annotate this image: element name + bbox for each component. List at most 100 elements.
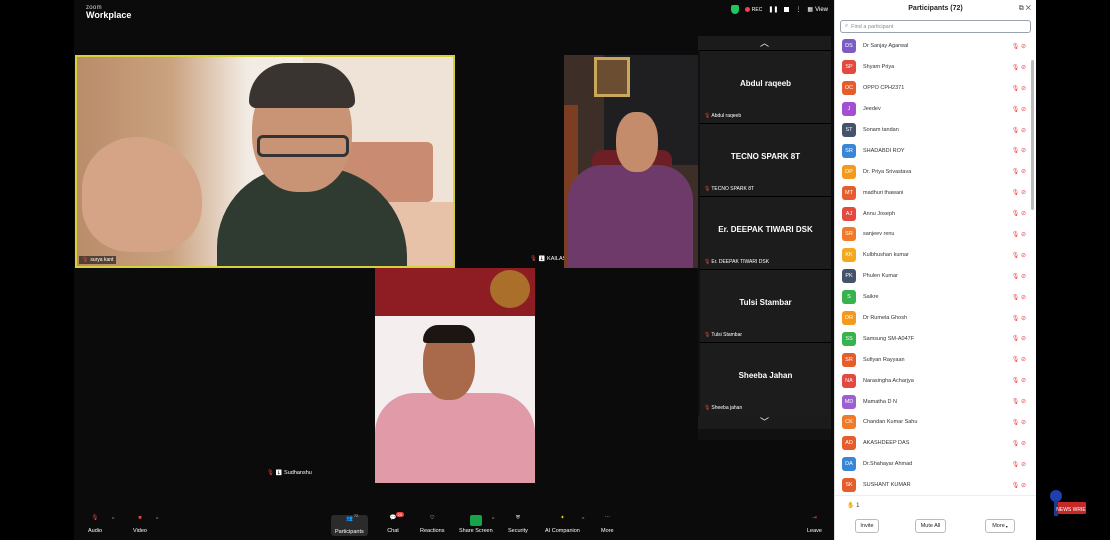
participant-row[interactable]: SR SHADABDI ROY 🎙 ⊘ [835, 140, 1037, 161]
participant-avatar: CK [842, 415, 856, 430]
recording-indicator[interactable]: REC [745, 7, 763, 13]
chat-button[interactable]: 💬 29 Chat [387, 512, 404, 534]
audio-options-caret[interactable]: ^ [112, 517, 114, 523]
ai-options-caret[interactable]: ^ [582, 517, 584, 523]
participant-row[interactable]: MT madhuri thawani 🎙 ⊘ [835, 182, 1037, 203]
video-button[interactable]: ■ Video [133, 515, 147, 534]
participant-row[interactable]: SR sanjeev renu 🎙 ⊘ [835, 224, 1037, 245]
gallery-tile-label: 🎙Abdul raqeeb [704, 113, 742, 119]
scroll-up-button[interactable]: ︿ [698, 36, 831, 50]
reactions-button[interactable]: ♡ Reactions [420, 515, 444, 534]
participant-row[interactable]: SP Shyam Priya 🎙 ⊘ [835, 57, 1037, 78]
participant-row[interactable]: DS Dr Sanjay Agarwal 🎙 ⊘ [835, 36, 1037, 57]
participant-row[interactable]: MD Mamatha D N 🎙 ⊘ [835, 391, 1037, 412]
scroll-down-button[interactable]: ﹀ [698, 415, 831, 429]
muted-mic-video-off-icon: 🎙 ⊘ [1011, 231, 1026, 238]
pause-recording-icon[interactable]: ❚❚ [768, 6, 778, 13]
news-logo-icon: NEWS WRIE [1050, 490, 1086, 516]
close-icon[interactable]: ✕ [1026, 5, 1031, 12]
participant-row[interactable]: NA Narasingha Acharjya 🎙 ⊘ [835, 370, 1037, 391]
participant-row[interactable]: SS Samsung SM-A047F 🎙 ⊘ [835, 328, 1037, 349]
popout-icon[interactable]: ⧉ [1019, 5, 1024, 12]
participant-name: SHADABDI ROY [863, 147, 905, 154]
muted-mic-video-off-icon: 🎙 ⊘ [1011, 399, 1026, 406]
participant-search-input[interactable]: ⌕ Find a participant [840, 20, 1031, 33]
participant-avatar: OC [842, 81, 856, 96]
participant-shirt [375, 393, 535, 483]
muted-mic-icon: 🎙 [91, 515, 99, 521]
panel-header: Participants (72) ⧉ ✕ [835, 0, 1036, 18]
video-tile-participant-2[interactable] [564, 55, 698, 268]
participant-head [616, 112, 658, 172]
more-label: More [601, 528, 614, 534]
participants-label: Participants [335, 529, 364, 535]
share-screen-label: Share Screen [459, 528, 493, 534]
participants-count: 72 [353, 513, 359, 518]
view-button[interactable]: ▦ View [807, 6, 828, 14]
audio-button[interactable]: 🎙 Audio [88, 515, 102, 534]
muted-mic-video-off-icon: 🎙 ⊘ [1011, 43, 1026, 50]
share-options-caret[interactable]: ^ [492, 517, 494, 523]
muted-mic-video-off-icon: 🎙 ⊘ [1011, 211, 1026, 218]
gallery-tile[interactable]: Er. DEEPAK TIWARI DSK 🎙Er. DEEPAK TIWARI… [700, 196, 831, 269]
security-button[interactable]: ⛨ Security [508, 515, 528, 534]
participant-name: Kulbhushan kumar [863, 252, 909, 259]
zoom-meeting-window: zoom Workplace REC ❚❚ ⋮ ▦ View 🎙 surya ka… [74, 0, 834, 540]
zoom-workplace-logo: zoom Workplace [86, 5, 131, 20]
participant-row[interactable]: DA Dr.Shahayar Ahmad 🎙 ⊘ [835, 454, 1037, 475]
participants-icon: 👥 72 [345, 513, 359, 522]
gallery-tile[interactable]: Tulsi Stambar 🎙Tulsi Stambar [700, 269, 831, 342]
participant-row[interactable]: DP Dr. Priya Srivastava 🎙 ⊘ [835, 161, 1037, 182]
shield-icon: ⛨ [515, 515, 520, 521]
participant-row[interactable]: AD AKASHDEEP DAS 🎙 ⊘ [835, 433, 1037, 454]
speaker-glasses [257, 135, 349, 157]
leave-door-icon: ⇥ [812, 515, 817, 521]
leave-button[interactable]: ⇥ Leave [807, 515, 822, 534]
gallery-tile[interactable]: TECNO SPARK 8T 🎙TECNO SPARK 8T [700, 123, 831, 196]
invite-button[interactable]: Invite [855, 519, 879, 533]
muted-mic-video-off-icon: 🎙 ⊘ [1011, 252, 1026, 259]
participant-row[interactable]: OC OPPO CPH2371 🎙 ⊘ [835, 78, 1037, 99]
stop-recording-icon[interactable] [784, 7, 790, 12]
panel-footer: ✋ 1 Invite Mute All More ▾ [835, 495, 1037, 540]
muted-mic-video-off-icon: 🎙 ⊘ [1011, 294, 1026, 301]
participant-row[interactable]: AJ Annu Joseph 🎙 ⊘ [835, 203, 1037, 224]
participant-name: Dr. Priya Srivastava [863, 168, 912, 175]
participant-row[interactable]: J Jeedev 🎙 ⊘ [835, 99, 1037, 120]
share-screen-button[interactable]: Share Screen [459, 515, 493, 534]
gallery-tile-label: 🎙Tulsi Stambar [704, 332, 743, 338]
participant-row[interactable]: DR Dr Rumela Ghosh 🎙 ⊘ [835, 308, 1037, 329]
leave-label: Leave [807, 528, 822, 534]
participant-name: Phulen Kumar [863, 273, 898, 280]
video-tile-participant-3[interactable] [375, 268, 535, 483]
participants-panel: Participants (72) ⧉ ✕ ⌕ Find a participa… [834, 0, 1037, 540]
participant-row[interactable]: PK Phulen Kumar 🎙 ⊘ [835, 266, 1037, 287]
participant-row[interactable]: SR Sufiyan Rayyaan 🎙 ⊘ [835, 349, 1037, 370]
participant-avatar: DR [842, 311, 856, 326]
heart-icon: ♡ [429, 515, 435, 521]
more-dots-icon[interactable]: ⋮ [795, 6, 801, 13]
security-shield-icon[interactable] [730, 5, 739, 14]
more-options-button[interactable]: More ▾ [985, 519, 1015, 533]
panel-header-icons: ⧉ ✕ [1019, 0, 1031, 18]
participant-row[interactable]: SK SUSHANT KUMAR 🎙 ⊘ [835, 475, 1037, 494]
participant-name: Saikre [863, 294, 879, 301]
mute-all-button[interactable]: Mute All [915, 519, 946, 533]
muted-mic-video-off-icon: 🎙 ⊘ [1011, 482, 1026, 489]
gallery-tile[interactable]: Sheeba Jahan 🎙Sheeba jahan [700, 342, 831, 415]
participant-row[interactable]: KK Kulbhushan kumar 🎙 ⊘ [835, 245, 1037, 266]
more-button[interactable]: ⋯ More [601, 515, 614, 534]
search-placeholder: Find a participant [851, 23, 894, 30]
participant-row[interactable]: S Saikre 🎙 ⊘ [835, 287, 1037, 308]
ai-companion-button[interactable]: ✦ AI Companion [545, 515, 580, 534]
participant-name: Dr.Shahayar Ahmad [863, 461, 913, 468]
participants-button[interactable]: 👥 72 Participants [331, 513, 368, 536]
participant-row[interactable]: ST Sonam tandan 🎙 ⊘ [835, 120, 1037, 141]
video-tile-active-speaker[interactable]: 🎙 surya kant [75, 55, 455, 268]
gallery-tile[interactable]: Abdul raqeeb 🎙Abdul raqeeb [700, 50, 831, 123]
channel-logo: NEWS WRIE [1046, 486, 1088, 518]
participant-avatar: MD [842, 394, 856, 409]
participant-row[interactable]: CK Chandan Kumar Sahu 🎙 ⊘ [835, 412, 1037, 433]
panel-scrollbar[interactable] [1031, 60, 1034, 210]
video-options-caret[interactable]: ^ [156, 517, 158, 523]
